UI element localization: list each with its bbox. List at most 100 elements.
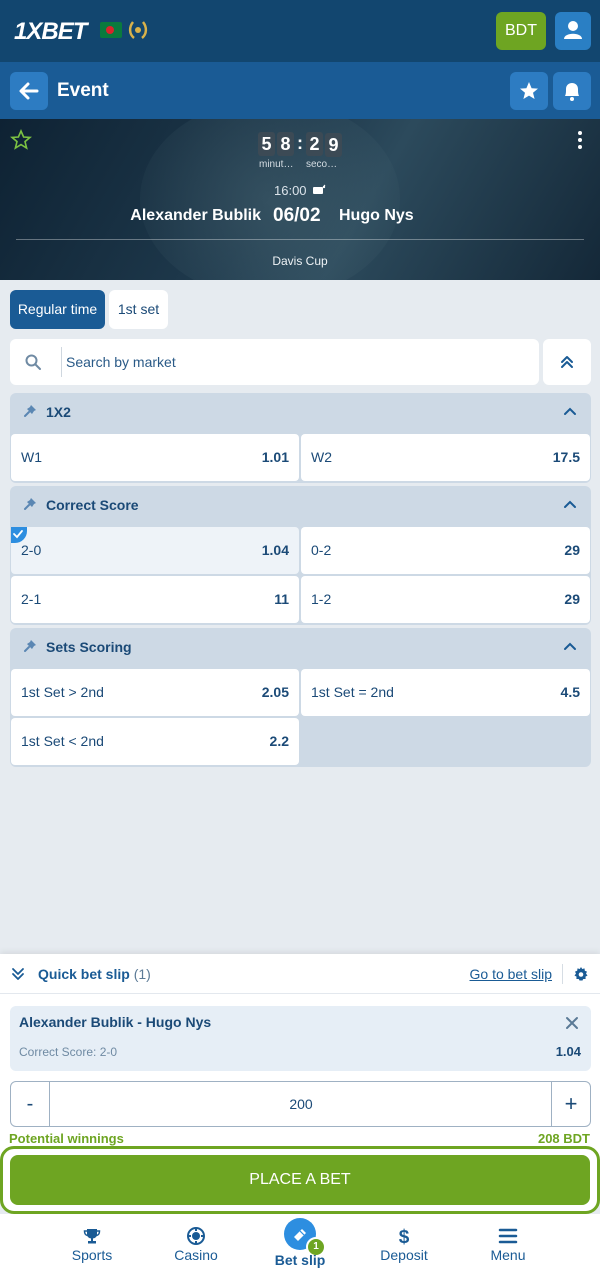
currency-button[interactable]: BDT xyxy=(496,12,546,50)
gear-icon[interactable] xyxy=(573,966,589,982)
top-bar: 1XBET BDT xyxy=(0,0,600,62)
market-header-sets-scoring[interactable]: Sets Scoring xyxy=(10,628,591,668)
bangladesh-flag-icon xyxy=(100,22,122,38)
nav-sports[interactable]: Sports xyxy=(42,1214,142,1280)
timer-digit: 5 xyxy=(258,132,275,156)
nav-deposit[interactable]: $ Deposit xyxy=(354,1214,454,1280)
odd-2-1[interactable]: 2-1 11 xyxy=(11,576,299,623)
chevron-up-icon xyxy=(564,407,576,415)
odd-1-2[interactable]: 1-2 29 xyxy=(301,576,590,623)
outcome-label: 1st Set < 2nd xyxy=(21,733,104,749)
notifications-button[interactable] xyxy=(553,72,591,110)
nav-label: Casino xyxy=(174,1247,218,1263)
odd-2-0[interactable]: 2-0 1.04 xyxy=(11,527,299,574)
collapse-all-button[interactable] xyxy=(543,339,591,385)
place-bet-focus-ring: PLACE A BET xyxy=(0,1146,600,1214)
page-title: Event xyxy=(57,80,109,101)
tab-1st-set[interactable]: 1st set xyxy=(109,290,168,329)
odd-1st-set-greater[interactable]: 1st Set > 2nd 2.05 xyxy=(11,669,299,716)
outcome-odd: 4.5 xyxy=(560,684,580,700)
odd-1st-set-less[interactable]: 1st Set < 2nd 2.2 xyxy=(11,718,299,765)
nav-label: Sports xyxy=(71,1247,113,1263)
odd-w2[interactable]: W2 17.5 xyxy=(301,434,590,481)
back-button[interactable] xyxy=(10,72,48,110)
arrow-left-icon xyxy=(19,82,39,100)
start-time: 16:00 xyxy=(274,183,326,198)
user-button[interactable] xyxy=(555,12,591,50)
team-home: Alexander Bublik xyxy=(130,207,261,224)
chip-icon xyxy=(187,1227,205,1245)
timer-seconds-label: seco… xyxy=(306,159,338,170)
selected-bet-card: Alexander Bublik - Hugo Nys Correct Scor… xyxy=(10,1006,591,1071)
stake-input[interactable] xyxy=(51,1082,551,1126)
market-title: Sets Scoring xyxy=(46,639,132,655)
market-header-1x2[interactable]: 1X2 xyxy=(10,393,591,433)
stake-stepper: - + xyxy=(10,1081,591,1127)
outcome-odd: 1.01 xyxy=(261,449,289,465)
quick-bet-slip-header: Quick bet slip (1) Go to bet slip xyxy=(0,954,600,994)
star-icon xyxy=(520,82,538,99)
timer-digit: 9 xyxy=(325,133,342,157)
team-away: Hugo Nys xyxy=(339,207,414,224)
brand-logo[interactable]: 1XBET xyxy=(14,18,87,46)
svg-text:$: $ xyxy=(399,1227,410,1246)
match-date: 06/02 xyxy=(273,205,321,226)
timer-colon: : xyxy=(297,133,303,153)
dollar-icon: $ xyxy=(399,1227,410,1246)
outcome-odd: 29 xyxy=(564,542,580,558)
odd-w1[interactable]: W1 1.01 xyxy=(11,434,299,481)
double-chevron-up-icon xyxy=(561,356,573,368)
close-icon[interactable] xyxy=(565,1016,579,1030)
laurel-icon xyxy=(126,18,150,42)
outcome-label: 2-1 xyxy=(21,591,42,607)
favorite-star-icon[interactable] xyxy=(10,129,32,151)
outcome-label: 1-2 xyxy=(311,591,332,607)
event-header: Event xyxy=(0,62,600,119)
market-body-1x2: W1 1.01 W2 17.5 xyxy=(10,433,591,483)
pin-icon[interactable] xyxy=(22,401,42,421)
selected-check-icon xyxy=(11,527,27,543)
chevron-up-icon xyxy=(564,642,576,650)
market-header-correct-score[interactable]: Correct Score xyxy=(10,486,591,526)
go-to-bet-slip-link[interactable]: Go to bet slip xyxy=(470,966,553,982)
chevron-up-icon xyxy=(564,500,576,508)
outcome-odd: 2.2 xyxy=(269,733,289,749)
bottom-nav: Sports Casino 1 Bet slip $ Deposit Menu xyxy=(0,1214,600,1280)
bet-match-name: Alexander Bublik - Hugo Nys xyxy=(19,1014,212,1030)
search-divider xyxy=(61,347,62,377)
stake-decrease-button[interactable]: - xyxy=(11,1082,50,1126)
trophy-icon xyxy=(83,1229,101,1244)
timer-minutes-label: minut… xyxy=(259,159,294,170)
quick-bet-slip-count: (1) xyxy=(133,966,151,982)
quick-bet-slip-title[interactable]: Quick bet slip (1) xyxy=(38,966,151,982)
outcome-odd: 2.05 xyxy=(261,684,289,700)
timer-digit: 2 xyxy=(306,132,323,156)
market-search xyxy=(10,339,539,385)
outcome-label: W2 xyxy=(311,449,332,465)
potential-winnings-value: 208 BDT xyxy=(537,1131,590,1146)
tv-icon xyxy=(313,184,326,194)
odd-1st-set-equal[interactable]: 1st Set = 2nd 4.5 xyxy=(301,669,590,716)
divider xyxy=(16,239,584,240)
double-chevron-down-icon[interactable] xyxy=(11,966,25,982)
tab-regular-time[interactable]: Regular time xyxy=(10,290,105,329)
nav-bet-slip[interactable]: 1 Bet slip xyxy=(250,1214,350,1280)
quick-bet-slip: Quick bet slip (1) Go to bet slip Alexan… xyxy=(0,954,600,1164)
league-name[interactable]: Davis Cup xyxy=(0,254,600,268)
place-bet-button[interactable]: PLACE A BET xyxy=(10,1155,590,1205)
favorite-button[interactable] xyxy=(510,72,548,110)
bell-icon xyxy=(565,83,579,101)
stake-increase-button[interactable]: + xyxy=(551,1082,590,1126)
outcome-label: 1st Set = 2nd xyxy=(311,684,394,700)
pin-icon[interactable] xyxy=(22,494,42,514)
outcome-label: 2-0 xyxy=(21,542,42,558)
user-icon xyxy=(564,21,582,39)
more-options-icon[interactable] xyxy=(574,129,586,151)
odd-0-2[interactable]: 0-2 29 xyxy=(301,527,590,574)
search-input[interactable] xyxy=(66,347,526,377)
nav-casino[interactable]: Casino xyxy=(146,1214,246,1280)
pin-icon[interactable] xyxy=(22,636,42,656)
nav-menu[interactable]: Menu xyxy=(458,1214,558,1280)
outcome-odd: 1.04 xyxy=(261,542,289,558)
outcome-label: 0-2 xyxy=(311,542,332,558)
